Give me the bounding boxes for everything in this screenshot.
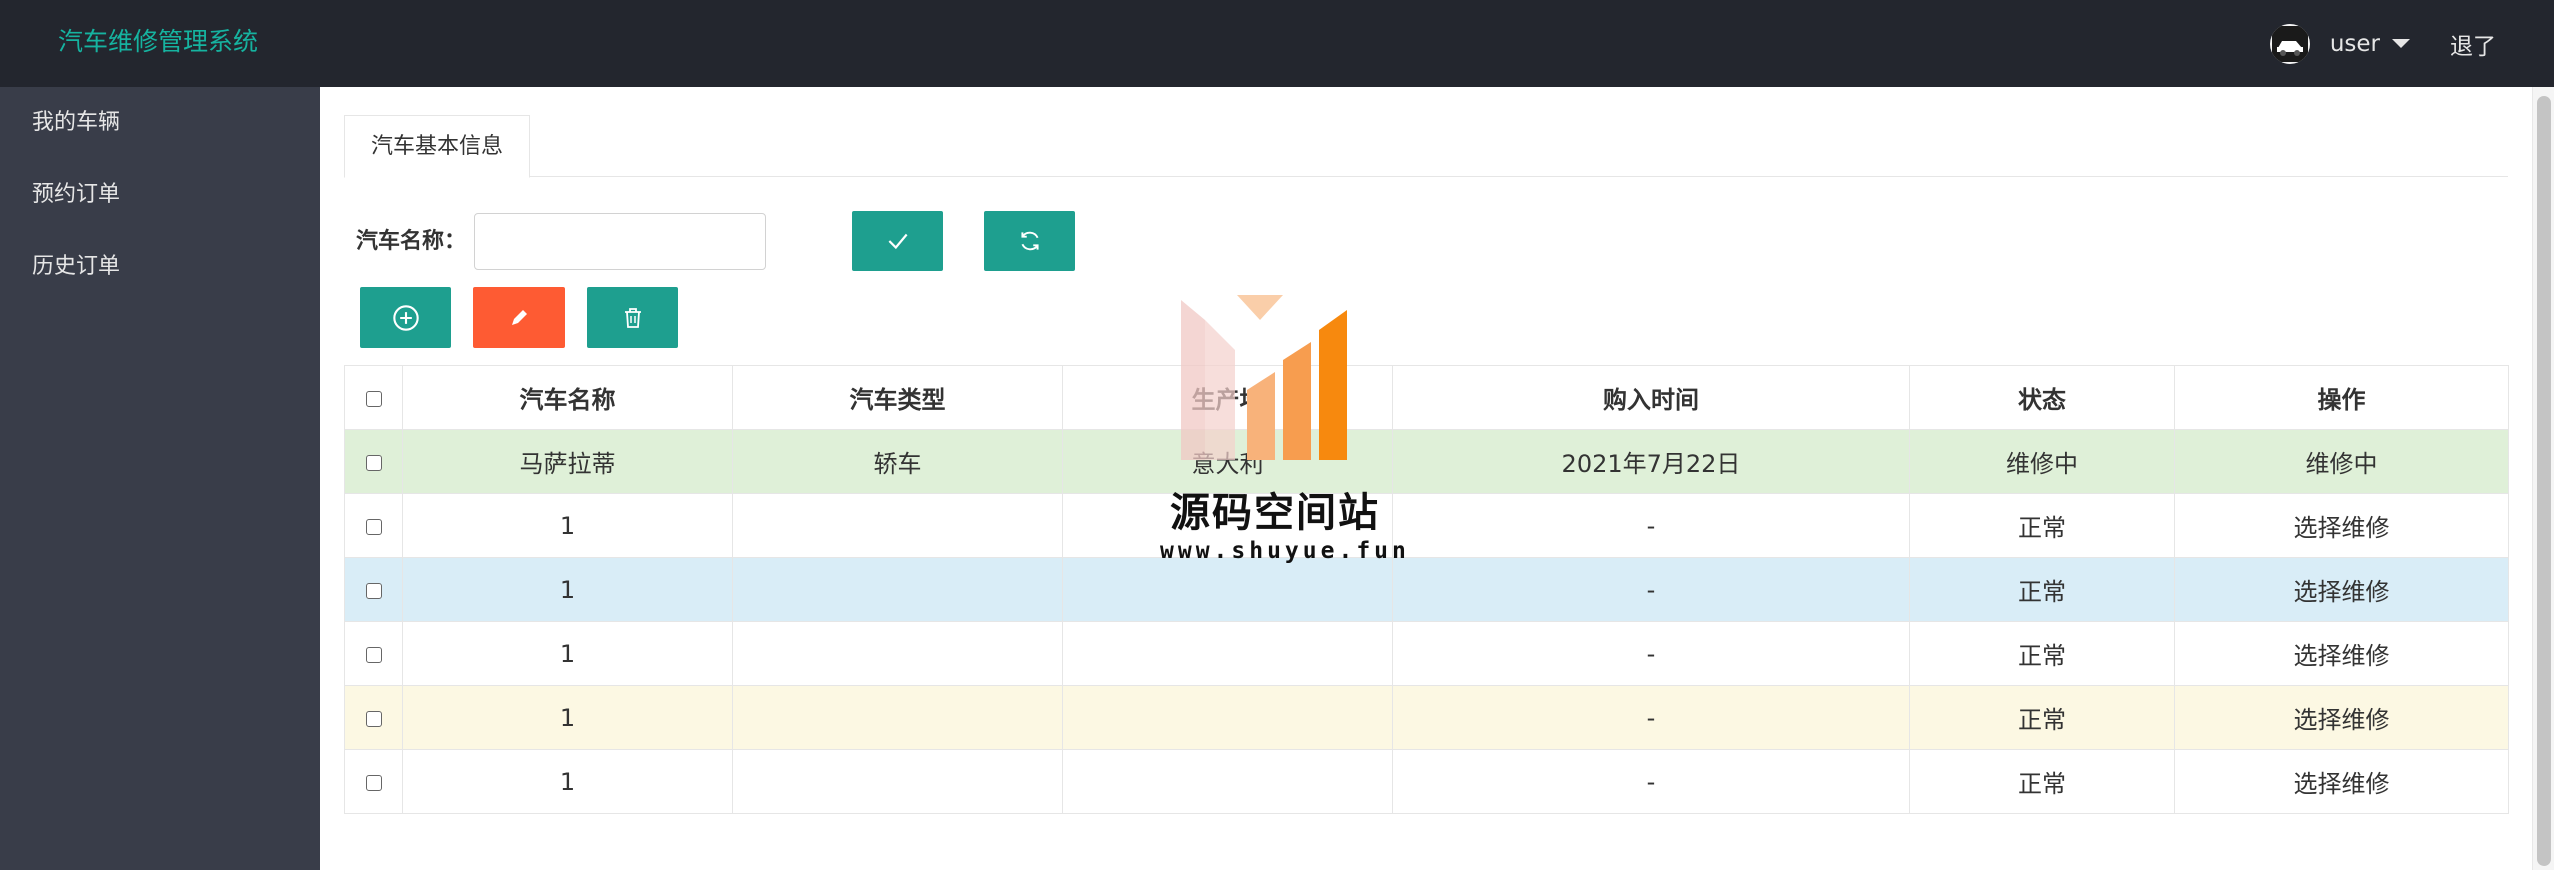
table-row[interactable]: 马萨拉蒂 轿车 意大利 2021年7月22日 维修中 维修中: [344, 429, 2509, 494]
cell-car-type: [732, 557, 1063, 622]
user-name[interactable]: user: [2330, 31, 2380, 57]
car-name-search-input[interactable]: [474, 213, 766, 270]
column-header[interactable]: 汽车类型: [732, 365, 1063, 430]
row-select-cell: [344, 685, 403, 750]
edit-button[interactable]: [473, 287, 565, 348]
watermark: 源码空间站 www.shuyue.fun: [1160, 290, 1410, 564]
cell-car-type: 轿车: [732, 429, 1063, 494]
cell-origin: [1062, 621, 1393, 686]
tab-bar: 汽车基本信息: [344, 115, 2508, 178]
logout-link[interactable]: 退了: [2450, 27, 2496, 61]
sidebar: 我的车辆 预约订单 历史订单: [0, 87, 320, 870]
table-row[interactable]: 1 - 正常 选择维修: [344, 685, 2509, 750]
cell-car-name: 1: [402, 493, 733, 558]
row-select-cell: [344, 429, 403, 494]
select-repair-link[interactable]: 选择维修: [2174, 493, 2509, 558]
car-avatar-icon: [2271, 25, 2308, 62]
row-checkbox[interactable]: [365, 518, 382, 535]
row-checkbox[interactable]: [365, 582, 382, 599]
cell-car-name: 1: [402, 749, 733, 814]
cell-car-name: 1: [402, 557, 733, 622]
row-select-cell: [344, 749, 403, 814]
add-button[interactable]: [360, 287, 451, 348]
cell-status: 正常: [1909, 685, 2175, 750]
scrollbar-thumb[interactable]: [2537, 96, 2551, 866]
vehicle-table: 汽车名称 汽车类型 生产地 购入时间 状态 操作 马萨拉蒂 轿车 意大利 202…: [344, 365, 2509, 814]
cell-status: 维修中: [1909, 429, 2175, 494]
delete-button[interactable]: [587, 287, 678, 348]
cell-status: 正常: [1909, 493, 2175, 558]
check-icon: [888, 233, 907, 250]
avatar[interactable]: [2269, 23, 2310, 64]
table-row[interactable]: 1 - 正常 选择维修: [344, 557, 2509, 622]
cell-origin: [1062, 557, 1393, 622]
select-all-checkbox[interactable]: [365, 390, 382, 407]
watermark-url: www.shuyue.fun: [1160, 538, 1410, 564]
cell-purchase-date: -: [1392, 749, 1910, 814]
plus-circle-icon: [392, 304, 419, 331]
select-repair-link[interactable]: 选择维修: [2174, 621, 2509, 686]
sidebar-item-reservations[interactable]: 预约订单: [0, 159, 320, 231]
cell-car-type: [732, 685, 1063, 750]
cell-car-type: [732, 749, 1063, 814]
select-repair-link[interactable]: 选择维修: [2174, 749, 2509, 814]
cell-purchase-date: -: [1392, 685, 1910, 750]
row-checkbox[interactable]: [365, 774, 382, 791]
refresh-button[interactable]: [984, 211, 1075, 271]
cell-status: 正常: [1909, 621, 2175, 686]
refresh-icon: [1020, 231, 1039, 251]
row-checkbox[interactable]: [365, 710, 382, 727]
row-select-cell: [344, 557, 403, 622]
pencil-icon: [512, 309, 527, 325]
search-label: 汽车名称：: [356, 229, 467, 254]
cell-car-name: 1: [402, 621, 733, 686]
table-row[interactable]: 1 - 正常 选择维修: [344, 749, 2509, 814]
watermark-logo-icon: [1181, 295, 1347, 460]
column-header[interactable]: 汽车名称: [402, 365, 733, 430]
cell-action-repairing[interactable]: 维修中: [2174, 429, 2509, 494]
select-repair-link[interactable]: 选择维修: [2174, 685, 2509, 750]
row-checkbox[interactable]: [365, 454, 382, 471]
cell-status: 正常: [1909, 557, 2175, 622]
table-header-row: 汽车名称 汽车类型 生产地 购入时间 状态 操作: [344, 365, 2509, 430]
column-header[interactable]: 操作: [2174, 365, 2509, 430]
table-row[interactable]: 1 - 正常 选择维修: [344, 493, 2509, 558]
cell-purchase-date: -: [1392, 493, 1910, 558]
row-select-cell: [344, 493, 403, 558]
cell-purchase-date: -: [1392, 621, 1910, 686]
column-header[interactable]: 状态: [1909, 365, 2175, 430]
row-checkbox[interactable]: [365, 646, 382, 663]
trash-icon: [624, 307, 641, 328]
row-select-cell: [344, 621, 403, 686]
column-header[interactable]: 购入时间: [1392, 365, 1910, 430]
tab-car-info[interactable]: 汽车基本信息: [344, 115, 530, 178]
user-area: user 退了: [2269, 0, 2554, 87]
app-title[interactable]: 汽车维修管理系统: [58, 22, 258, 58]
table-row[interactable]: 1 - 正常 选择维修: [344, 621, 2509, 686]
sidebar-item-history[interactable]: 历史订单: [0, 231, 320, 303]
main-content: 汽车基本信息 汽车名称： 汽车名称 汽车类型 购入时间 状态 操作 马萨拉蒂 轿…: [320, 87, 2532, 870]
cell-origin: [1062, 749, 1393, 814]
cell-purchase-date: -: [1392, 557, 1910, 622]
watermark-title: 源码空间站: [1170, 490, 1380, 536]
cell-car-type: [732, 493, 1063, 558]
cell-car-name: 马萨拉蒂: [402, 429, 733, 494]
select-all-cell: [344, 365, 403, 430]
cell-status: 正常: [1909, 749, 2175, 814]
cell-origin: [1062, 685, 1393, 750]
chevron-down-icon[interactable]: [2392, 39, 2410, 48]
top-header: 汽车维修管理系统 user 退了: [0, 0, 2554, 87]
confirm-search-button[interactable]: [852, 211, 943, 271]
cell-purchase-date: 2021年7月22日: [1392, 429, 1910, 494]
cell-car-name: 1: [402, 685, 733, 750]
select-repair-link[interactable]: 选择维修: [2174, 557, 2509, 622]
sidebar-item-my-vehicles[interactable]: 我的车辆: [0, 87, 320, 159]
cell-car-type: [732, 621, 1063, 686]
